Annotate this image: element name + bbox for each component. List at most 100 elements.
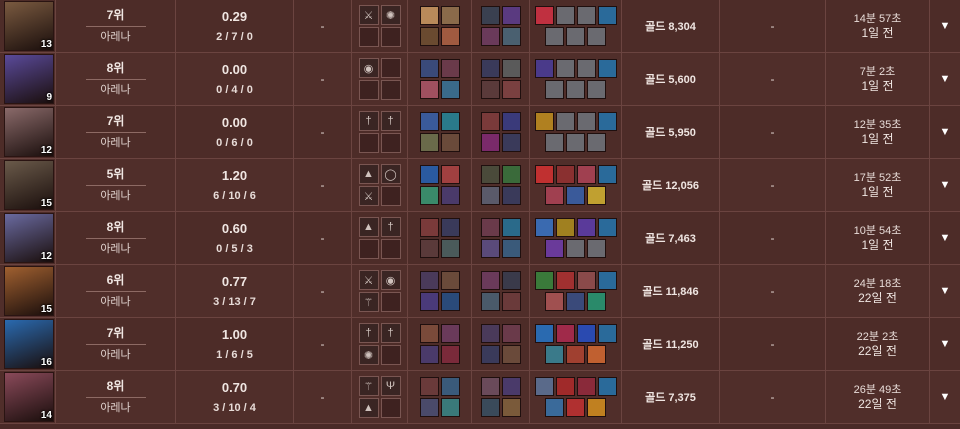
champion-level: 16	[40, 357, 52, 368]
placement: 7위	[106, 326, 125, 340]
expand-button[interactable]: ▼	[930, 106, 960, 158]
champion-cell: 12	[0, 106, 56, 158]
chevron-down-icon[interactable]: ▼	[940, 232, 951, 244]
match-history-table: 13 7위 아레나 0.29 2 / 7 / 0 - ⚔ ✺ 골드 8,304 …	[0, 0, 960, 429]
chevron-down-icon[interactable]: ▼	[940, 73, 951, 85]
orb-icon: ◉	[358, 58, 379, 78]
match-row[interactable]: 16 7위 아레나 1.00 1 / 6 / 5 - † † ✺ 골드 11,2…	[0, 318, 960, 371]
augment-icon	[545, 345, 564, 364]
match-row[interactable]: 12 7위 아레나 0.00 0 / 6 / 0 - † † 골드 5,950 …	[0, 106, 960, 159]
augment-icon	[587, 239, 606, 258]
enemy-team-cell	[472, 0, 530, 52]
ally-team-cell	[408, 53, 472, 105]
ally-champion-icon	[419, 80, 439, 99]
ally-team-cell	[408, 212, 472, 264]
game-duration: 7분 2초	[859, 65, 896, 78]
ally-champion-icon	[419, 186, 439, 205]
match-row[interactable]: 14 8위 아레나 0.70 3 / 10 / 4 - ⚚ Ψ ▲ 골드 7,3…	[0, 371, 960, 424]
item-grid: † †	[358, 111, 401, 153]
augment-icon	[597, 165, 617, 184]
gold-amount: 골드 11,250	[642, 339, 699, 351]
ally-champion-icon	[419, 345, 439, 364]
chevron-down-icon[interactable]: ▼	[940, 179, 951, 191]
expand-button[interactable]: ▼	[930, 371, 960, 423]
match-row[interactable]: 12 8위 아레나 0.60 0 / 5 / 3 - ▲ † 골드 7,463 …	[0, 212, 960, 265]
expand-button[interactable]: ▼	[930, 53, 960, 105]
empty-item-slot	[380, 186, 401, 206]
gold-cell: 골드 11,250	[622, 318, 720, 370]
augment-icon	[534, 6, 554, 25]
gold-amount: 골드 8,304	[645, 21, 696, 33]
expand-button[interactable]: ▼	[930, 212, 960, 264]
kda-score: 2 / 7 / 0	[216, 31, 253, 43]
enemy-champion-icon	[480, 186, 500, 205]
champion-portrait: 12	[4, 213, 54, 263]
augment-icon	[545, 80, 564, 99]
time-ago: 1일 전	[861, 25, 894, 40]
augments-grid	[534, 271, 617, 311]
chevron-down-icon[interactable]: ▼	[940, 391, 951, 403]
match-row[interactable]: 15 5위 아레나 1.20 6 / 10 / 6 - ▲ ◯ ⚔ 골드 12,…	[0, 159, 960, 212]
enemy-team-cell	[472, 318, 530, 370]
enemy-champion-icon	[501, 186, 521, 205]
game-mode: 아레나	[100, 190, 131, 202]
match-row[interactable]: 15 6위 아레나 0.77 3 / 13 / 7 - ⚔ ◉ ⚚ 골드 11,…	[0, 265, 960, 318]
stat-value: -	[770, 337, 775, 351]
augment-icon	[566, 80, 585, 99]
expand-button[interactable]: ▼	[930, 159, 960, 211]
ally-champion-icon	[440, 112, 460, 131]
gear-icon: ✺	[358, 345, 379, 365]
augment-icon	[534, 377, 554, 396]
enemy-champion-icon	[480, 324, 500, 343]
items-cell: ⚔ ✺	[352, 0, 408, 52]
item-grid: ◉	[358, 58, 401, 100]
enemy-team-grid	[480, 218, 521, 258]
ally-champion-icon	[440, 133, 460, 152]
time-ago: 22일 전	[858, 290, 897, 305]
time-ago: 1일 전	[861, 184, 894, 199]
augment-icon	[545, 239, 564, 258]
match-row[interactable]: 13 7위 아레나 0.29 2 / 7 / 0 - ⚔ ✺ 골드 8,304 …	[0, 0, 960, 53]
chevron-down-icon[interactable]: ▼	[940, 285, 951, 297]
enemy-champion-icon	[501, 112, 521, 131]
match-row[interactable]: 9 8위 아레나 0.00 0 / 4 / 0 - ◉ 골드 5,600 - 7…	[0, 53, 960, 106]
enemy-team-cell	[472, 212, 530, 264]
divider	[85, 344, 146, 345]
stat-value: -	[770, 72, 775, 86]
game-mode: 아레나	[100, 84, 131, 96]
items-cell: ▲ †	[352, 212, 408, 264]
chevron-down-icon[interactable]: ▼	[940, 20, 951, 32]
ally-team-grid	[419, 324, 460, 364]
time-cell: 12분 35초 1일 전	[826, 106, 930, 158]
placement-cell: 8위 아레나	[56, 371, 176, 423]
augment-icon	[587, 345, 606, 364]
placement: 7위	[106, 8, 125, 22]
ally-team-grid	[419, 218, 460, 258]
placement-cell: 5위 아레나	[56, 159, 176, 211]
enemy-champion-icon	[480, 398, 500, 417]
expand-button[interactable]: ▼	[930, 318, 960, 370]
stat-value: -	[770, 178, 775, 192]
augment-icon	[555, 218, 575, 237]
expand-button[interactable]: ▼	[930, 0, 960, 52]
enemy-champion-icon	[501, 345, 521, 364]
ally-champion-icon	[419, 27, 439, 46]
champion-cell: 15	[0, 159, 56, 211]
staff-icon: ⚚	[358, 376, 379, 396]
augments-cell	[530, 0, 622, 52]
augment-icon	[545, 398, 564, 417]
chevron-down-icon[interactable]: ▼	[940, 126, 951, 138]
augment-icon	[566, 345, 585, 364]
stat-cell: -	[294, 318, 352, 370]
game-mode: 아레나	[100, 243, 131, 255]
kda-score: 3 / 13 / 7	[213, 296, 256, 308]
augment-icon	[576, 59, 596, 78]
augments-grid	[534, 6, 617, 46]
expand-button[interactable]: ▼	[930, 265, 960, 317]
stat-value: -	[320, 19, 325, 33]
kda-cell: 1.00 1 / 6 / 5	[176, 318, 294, 370]
stat-cell: -	[294, 159, 352, 211]
chevron-down-icon[interactable]: ▼	[940, 338, 951, 350]
item-grid: ⚔ ◉ ⚚	[358, 270, 401, 312]
ally-champion-icon	[419, 133, 439, 152]
